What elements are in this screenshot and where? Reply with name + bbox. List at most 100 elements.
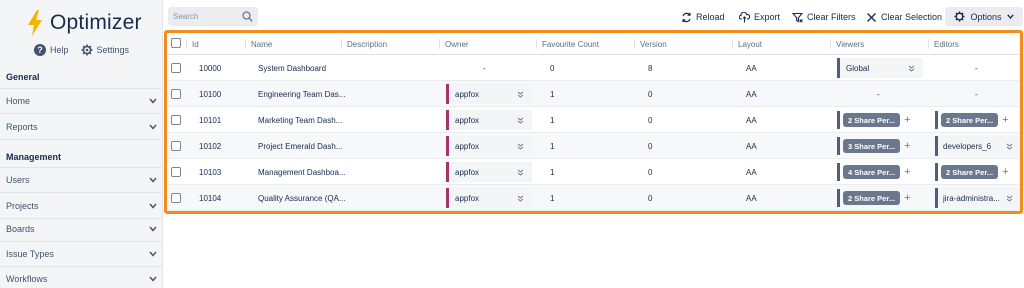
editors-select[interactable]: developers_6: [935, 136, 1019, 156]
column-header-name[interactable]: Name: [244, 33, 272, 55]
cell-viewers: -: [877, 89, 880, 99]
viewers-share: 4 Share Per... +: [837, 163, 911, 181]
column-header-description[interactable]: Description: [340, 33, 387, 55]
reload-button[interactable]: Reload: [681, 8, 725, 26]
sidebar-item-workflows[interactable]: Workflows: [0, 266, 163, 288]
column-header-editors[interactable]: Editors: [928, 33, 959, 55]
cell-id: 10101: [199, 115, 222, 125]
cell-version: 0: [648, 141, 653, 151]
plus-icon[interactable]: +: [1002, 166, 1008, 178]
sidebar-item-reports[interactable]: Reports: [0, 114, 163, 140]
owner-select[interactable]: appfox: [446, 110, 532, 130]
chevron-down-icon: [149, 124, 157, 130]
cell-version: 0: [648, 193, 653, 203]
cell-name[interactable]: Management Dashboa...: [258, 159, 346, 185]
cell-editors: -: [975, 63, 978, 73]
chevron-down-icon: [517, 91, 524, 98]
table-row[interactable]: 10103 Management Dashboa... appfox 1 0 A…: [167, 159, 1020, 185]
owner-select[interactable]: appfox: [446, 162, 532, 182]
export-button[interactable]: Export: [739, 8, 780, 26]
sidebar-item-label: Issue Types: [6, 248, 54, 259]
sidebar-item-users[interactable]: Users: [0, 167, 163, 193]
clear-selection-button[interactable]: Clear Selection: [866, 8, 942, 26]
share-permissions-badge[interactable]: 2 Share Per...: [843, 191, 901, 205]
sidebar-item-boards[interactable]: Boards: [0, 216, 163, 242]
chevron-down-icon: [517, 195, 524, 202]
sidebar-item-label: Users: [6, 175, 30, 185]
brand: Optimizer: [26, 8, 142, 38]
help-link[interactable]: ? Help: [34, 44, 69, 56]
cell-favourite-count: 1: [550, 193, 555, 203]
viewers-select[interactable]: Global: [837, 58, 923, 78]
column-header-viewers[interactable]: Viewers: [829, 33, 864, 55]
cell-name[interactable]: Marketing Team Dash...: [258, 107, 342, 133]
sidebar-item-issue-types[interactable]: Issue Types: [0, 241, 163, 267]
row-checkbox[interactable]: [171, 167, 181, 177]
cell-id: 10104: [199, 193, 222, 203]
row-checkbox[interactable]: [171, 193, 181, 203]
search-input[interactable]: Search: [168, 7, 258, 26]
table-row[interactable]: 10104 Quality Assurance (QA... appfox 1 …: [167, 185, 1020, 211]
cell-version: 0: [648, 167, 653, 177]
export-label: Export: [754, 12, 781, 22]
options-button[interactable]: Options: [945, 7, 1023, 26]
table-row[interactable]: 10000 System Dashboard - 0 8 AA Global -: [167, 55, 1020, 81]
viewers-value: Global: [846, 63, 870, 73]
sidebar-links: ? Help Settings: [34, 44, 129, 56]
chevron-down-icon: [1006, 14, 1014, 19]
chevron-down-icon: [517, 143, 524, 150]
share-permissions-badge[interactable]: 2 Share Per...: [941, 113, 999, 127]
share-permissions-badge[interactable]: 2 Share Per...: [941, 165, 999, 179]
owner-select[interactable]: appfox: [446, 188, 532, 208]
cell-favourite-count: 0: [550, 63, 555, 73]
sidebar-item-label: Workflows: [6, 273, 48, 284]
column-header-id[interactable]: Id: [186, 33, 199, 55]
row-checkbox[interactable]: [171, 63, 181, 73]
sidebar-item-label: Reports: [6, 121, 38, 132]
select-all-checkbox[interactable]: [171, 38, 181, 48]
export-icon: [739, 11, 750, 22]
editors-select[interactable]: jira-administra...: [935, 188, 1019, 208]
row-checkbox[interactable]: [171, 89, 181, 99]
cell-id: 10102: [199, 141, 222, 151]
column-header-owner[interactable]: Owner: [439, 33, 469, 55]
cell-id: 10100: [199, 89, 222, 99]
cell-layout: AA: [746, 193, 757, 203]
share-permissions-badge[interactable]: 3 Share Per...: [843, 139, 901, 153]
column-header-layout[interactable]: Layout: [731, 33, 762, 55]
section-general: General: [6, 72, 40, 82]
table-row[interactable]: 10101 Marketing Team Dash... appfox 1 0 …: [167, 107, 1020, 133]
cell-name[interactable]: Project Emerald Dash...: [258, 133, 342, 159]
owner-select[interactable]: appfox: [446, 136, 532, 156]
table-row[interactable]: 10100 Engineering Team Das... appfox 1 0…: [167, 81, 1020, 107]
close-icon: [867, 12, 876, 22]
cell-name[interactable]: Quality Assurance (QA...: [258, 185, 346, 211]
chevron-down-icon: [517, 169, 524, 176]
viewers-share: 2 Share Per... +: [837, 189, 911, 207]
owner-select[interactable]: appfox: [446, 84, 532, 104]
sidebar-item-home[interactable]: Home: [0, 88, 163, 114]
owner-value: appfox: [455, 141, 480, 151]
cell-name[interactable]: System Dashboard: [258, 55, 326, 81]
editors-share: 2 Share Per... +: [935, 163, 1009, 181]
share-permissions-badge[interactable]: 4 Share Per...: [843, 165, 901, 179]
cell-name[interactable]: Engineering Team Das...: [258, 81, 345, 107]
row-checkbox[interactable]: [171, 141, 181, 151]
plus-icon[interactable]: +: [1002, 114, 1008, 126]
search-icon: [242, 11, 253, 22]
clear-filters-button[interactable]: Clear Filters: [792, 8, 856, 26]
editors-share: 2 Share Per... +: [935, 111, 1009, 129]
column-header-version[interactable]: Version: [634, 33, 667, 55]
column-header-favourite-count[interactable]: Favourite Count: [536, 33, 599, 55]
row-checkbox[interactable]: [171, 115, 181, 125]
plus-icon[interactable]: +: [904, 192, 910, 204]
plus-icon[interactable]: +: [904, 140, 910, 152]
table-row[interactable]: 10102 Project Emerald Dash... appfox 1 0…: [167, 133, 1020, 159]
plus-icon[interactable]: +: [904, 166, 910, 178]
chevron-down-icon: [149, 98, 157, 104]
plus-icon[interactable]: +: [904, 114, 910, 126]
clear-filters-label: Clear Filters: [807, 12, 856, 22]
share-permissions-badge[interactable]: 2 Share Per...: [843, 113, 901, 127]
viewers-share: 3 Share Per... +: [837, 137, 911, 155]
settings-link[interactable]: Settings: [81, 44, 129, 56]
